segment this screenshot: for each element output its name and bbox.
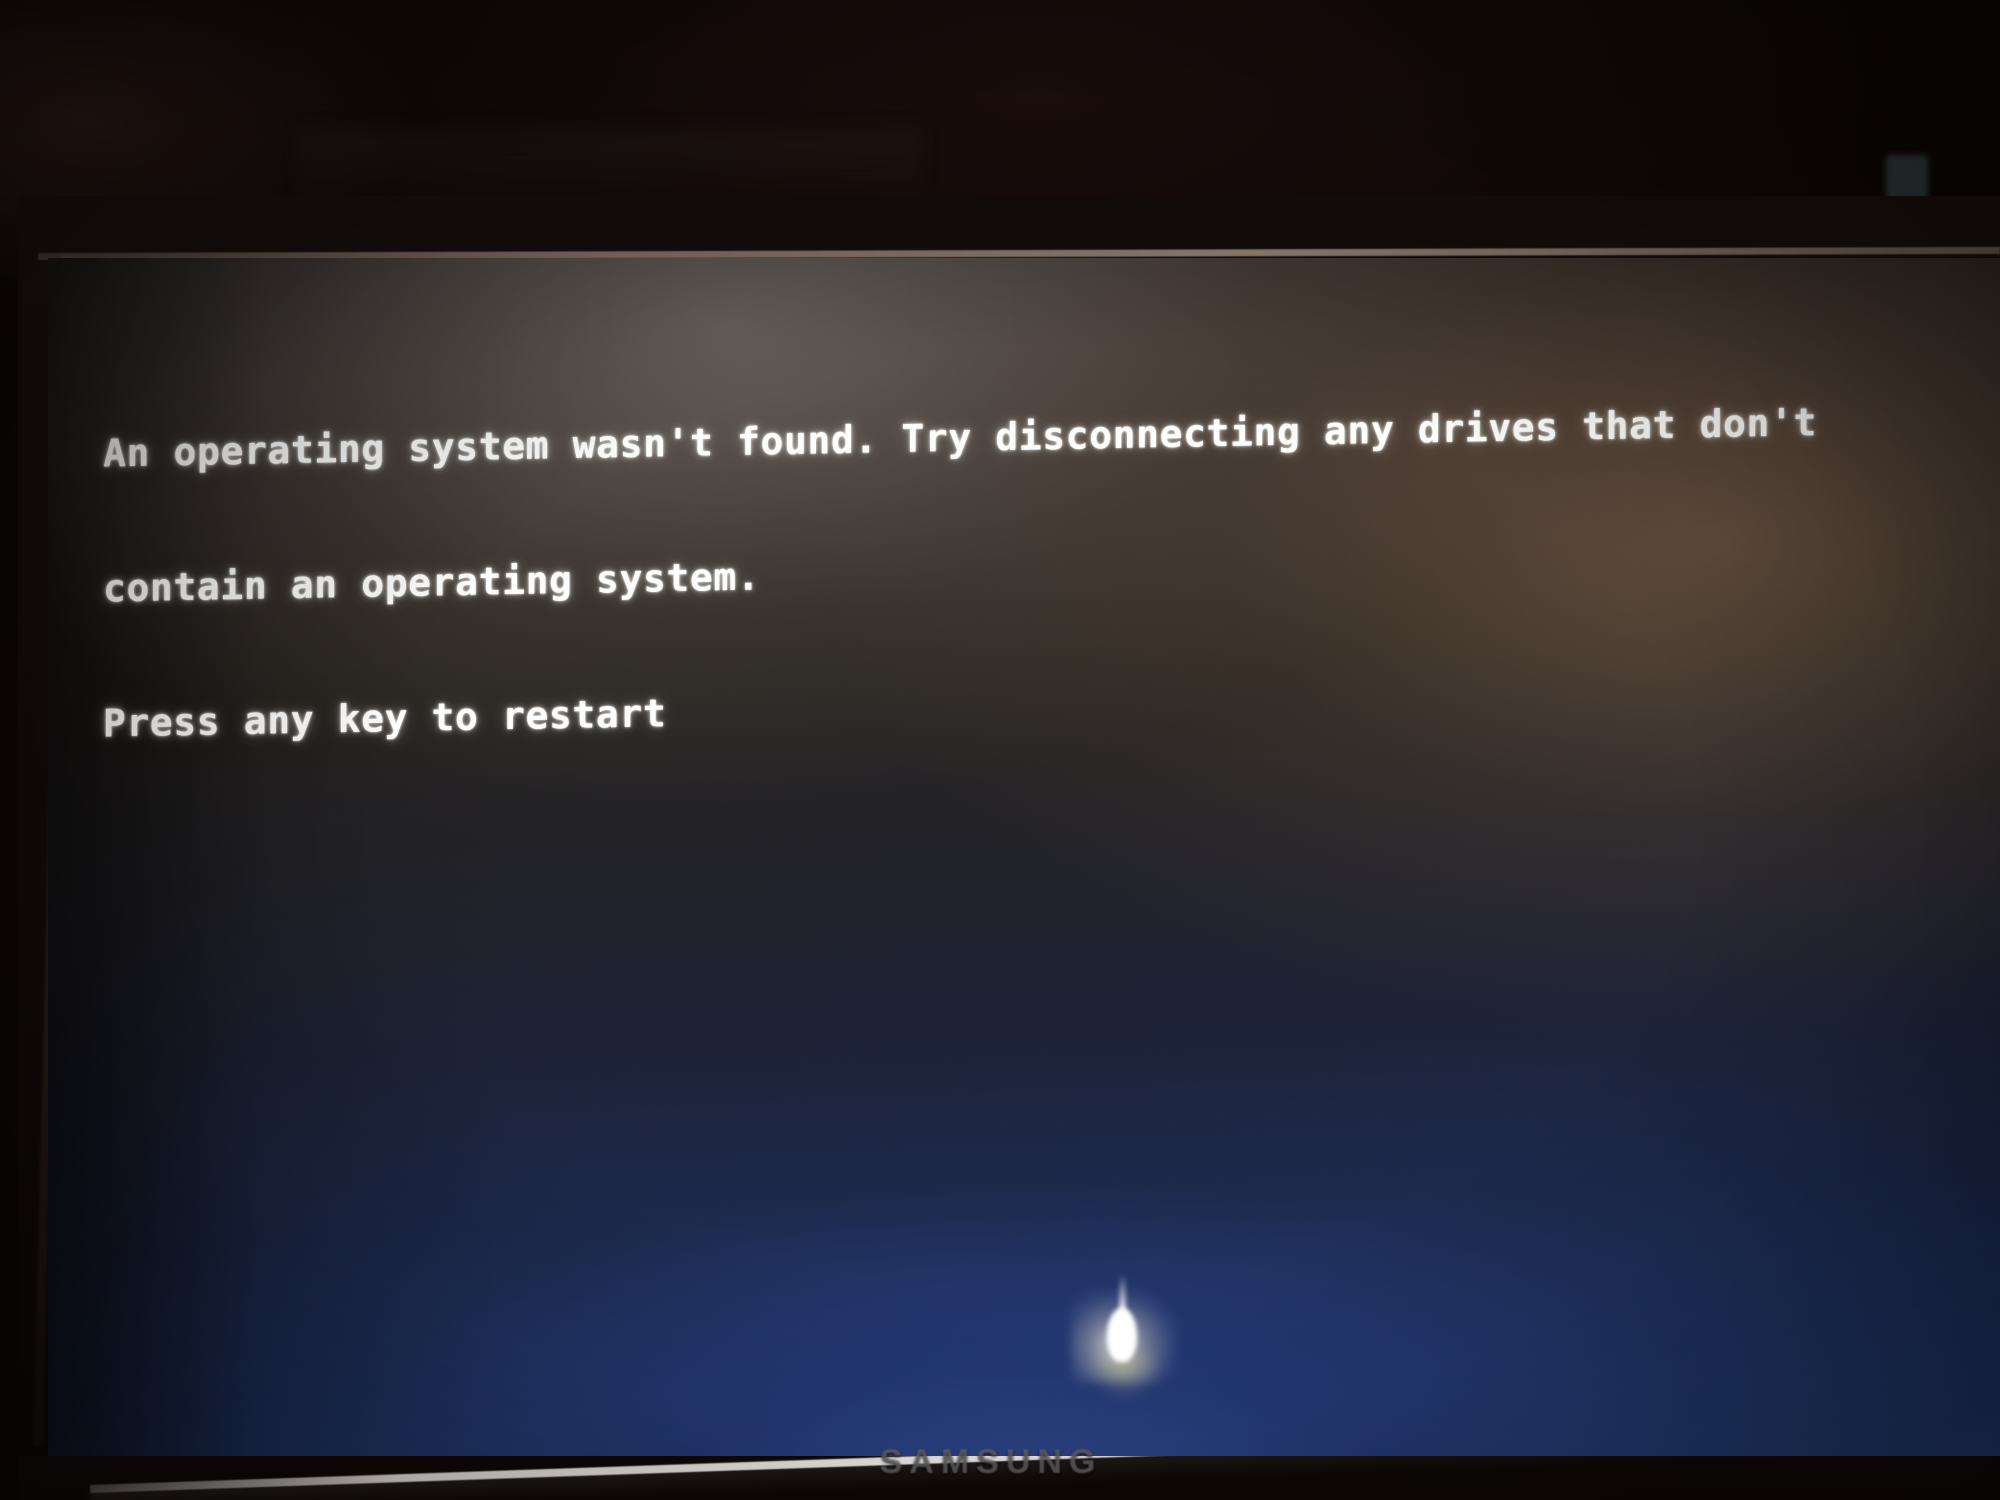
bottom-bezel xyxy=(18,1456,2000,1500)
screen-surface: An operating system wasn't found. Try di… xyxy=(48,258,2000,1486)
lcd-panel: An operating system wasn't found. Try di… xyxy=(48,258,2000,1486)
boot-error-message: An operating system wasn't found. Try di… xyxy=(103,307,1963,836)
monitor: An operating system wasn't found. Try di… xyxy=(18,196,2000,1500)
background-object xyxy=(1886,155,1928,201)
photograph-of-monitor: An operating system wasn't found. Try di… xyxy=(0,0,2000,1500)
boot-error-line-3: Press any key to restart xyxy=(102,691,667,746)
boot-error-line-1: An operating system wasn't found. Try di… xyxy=(103,400,1818,476)
boot-error-line-2: contain an operating system. xyxy=(102,554,761,611)
